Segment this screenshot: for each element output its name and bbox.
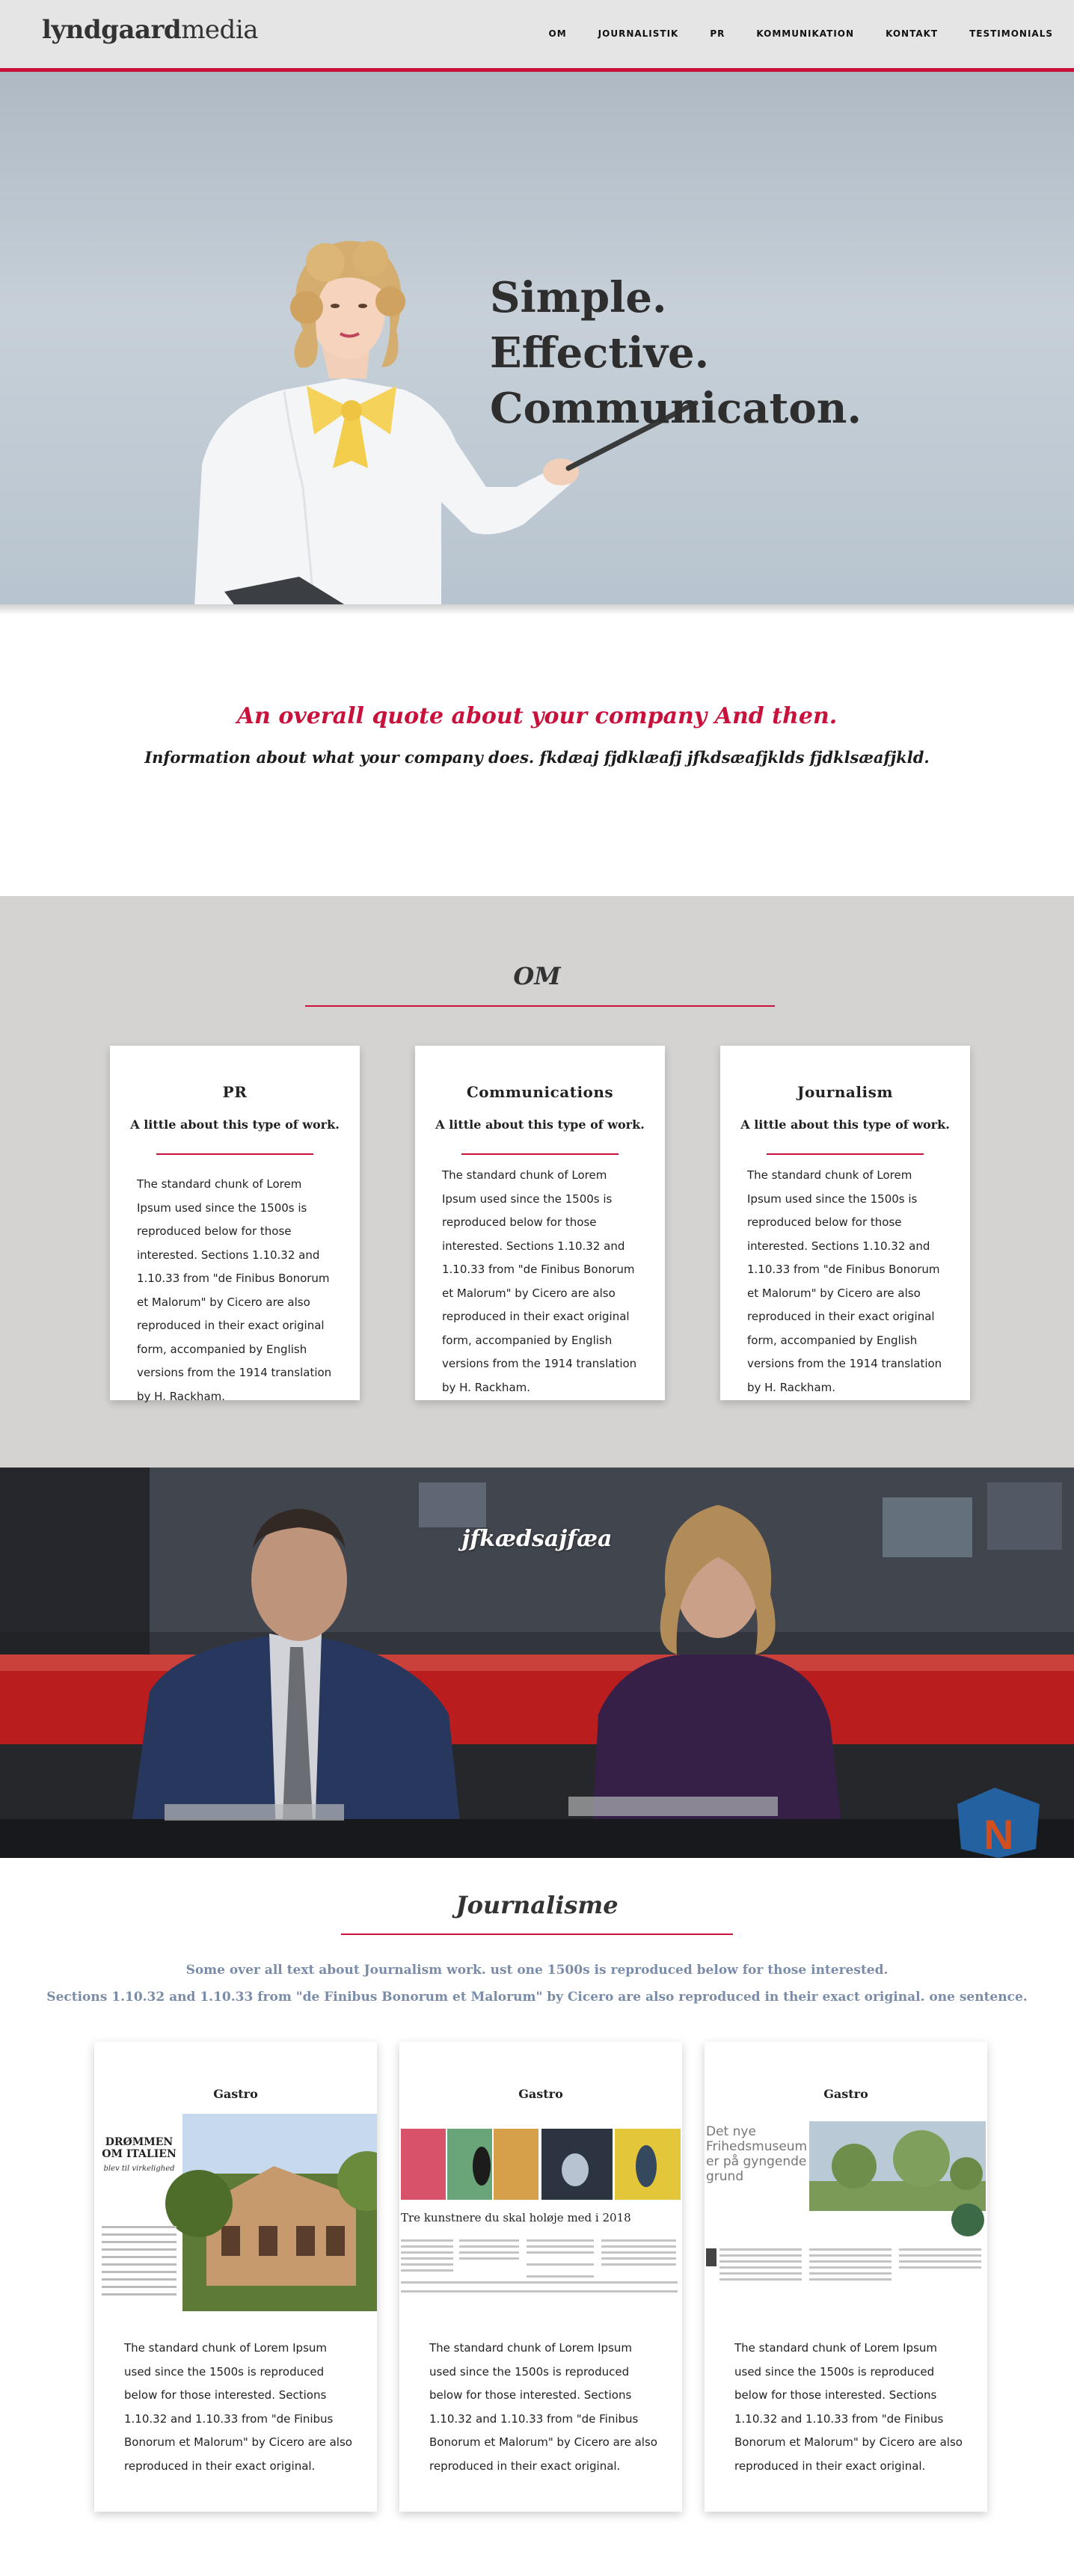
company-info: Information about what your company does…: [144, 748, 930, 767]
card-title: PR: [222, 1083, 248, 1101]
om-section: OM PR A little about this type of work. …: [0, 896, 1074, 1468]
card-subtitle: A little about this type of work.: [740, 1117, 950, 1132]
card-divider: [156, 1153, 313, 1155]
journalisme-intro-line-1: Some over all text about Journalism work…: [185, 1963, 889, 1978]
article-summary: The standard chunk of Lorem Ipsum used s…: [124, 2341, 352, 2473]
article-clipping-image: DRØMMEN OM ITALIEN blev til virkelighed: [94, 2114, 377, 2311]
nav-links: OM JOURNALISTIK PR KOMMUNIKATION KONTAKT…: [518, 28, 1053, 39]
nav-link-om[interactable]: OM: [549, 28, 567, 39]
card-body: The standard chunk of Lorem Ipsum used s…: [442, 1168, 637, 1394]
logo-light-text: media: [181, 15, 258, 45]
nav-link-pr[interactable]: PR: [710, 28, 725, 39]
card-title: Communications: [466, 1083, 614, 1101]
clipping-headline: Tre kunstnere du skal holøje med i 2018: [401, 2211, 631, 2224]
clipping-subheadline: blev til virkelighed: [103, 2165, 175, 2173]
nav-link-journalistik[interactable]: JOURNALISTIK: [598, 28, 679, 39]
card-divider: [767, 1153, 924, 1155]
card-subtitle: A little about this type of work.: [435, 1117, 645, 1132]
hero-shadow: [0, 604, 1074, 615]
nav-link-testimonials[interactable]: TESTIMONIALS: [969, 28, 1053, 39]
card-body: The standard chunk of Lorem Ipsum used s…: [747, 1168, 942, 1394]
service-card-journalism: Journalism A little about this type of w…: [720, 1046, 970, 1400]
hero-line-effective: Effective.: [490, 328, 710, 378]
service-card-pr: PR A little about this type of work. The…: [110, 1046, 360, 1403]
article-summary: The standard chunk of Lorem Ipsum used s…: [734, 2341, 963, 2473]
company-quote: An overall quote about your company And …: [236, 703, 838, 729]
journalisme-heading: Journalisme: [455, 1891, 619, 1919]
service-card-communications: Communications A little about this type …: [415, 1046, 665, 1400]
article-category: Gastro: [823, 2087, 868, 2101]
top-navbar: lyndgaardmedia OM JOURNALISTIK PR KOMMUN…: [0, 0, 1074, 72]
nav-link-kontakt[interactable]: KONTAKT: [886, 28, 938, 39]
clipping-headline: DRØMMEN OM ITALIEN: [102, 2136, 177, 2160]
site-logo[interactable]: lyndgaardmedia: [42, 15, 258, 45]
card-title: Journalism: [797, 1083, 893, 1101]
article-clipping-image: Tre kunstnere du skal holøje med i 2018: [399, 2114, 682, 2311]
news-anchors-banner: N jfkædsajfæa: [0, 1468, 1074, 1858]
article-card[interactable]: Gastro Det nye Frihedsmuseum er på gynge…: [705, 2042, 987, 2512]
om-divider: [305, 1005, 775, 1007]
hero-section: Simple. Effective. Communicaton.: [0, 72, 1074, 604]
card-subtitle: A little about this type of work.: [130, 1117, 340, 1132]
banner-title: jfkædsajfæa: [461, 1526, 613, 1552]
om-heading: OM: [513, 962, 561, 990]
journalisme-divider: [341, 1933, 733, 1935]
hero-line-communication: Communicaton.: [490, 384, 862, 433]
article-summary: The standard chunk of Lorem Ipsum used s…: [429, 2341, 657, 2473]
card-body: The standard chunk of Lorem Ipsum used s…: [137, 1177, 332, 1403]
card-divider: [461, 1153, 619, 1155]
clipping-headline: Det nye Frihedsmuseum er på gyngende gru…: [706, 2124, 808, 2184]
article-card[interactable]: Gastro Tre kunstnere du skal holøje med …: [399, 2042, 682, 2512]
article-card[interactable]: Gastro DRØMMEN OM ITALIEN blev til virke…: [94, 2042, 377, 2512]
article-category: Gastro: [213, 2087, 258, 2101]
nav-link-kommunikation[interactable]: KOMMUNIKATION: [756, 28, 854, 39]
hero-headline: Simple. Effective. Communicaton.: [490, 270, 862, 436]
article-clipping-image: Det nye Frihedsmuseum er på gyngende gru…: [705, 2114, 987, 2311]
article-category: Gastro: [518, 2087, 563, 2101]
journalisme-intro-line-2: Sections 1.10.32 and 1.10.33 from "de Fi…: [46, 1990, 1028, 2005]
hero-line-simple: Simple.: [490, 273, 667, 322]
logo-bold-text: lyndgaard: [42, 15, 182, 45]
